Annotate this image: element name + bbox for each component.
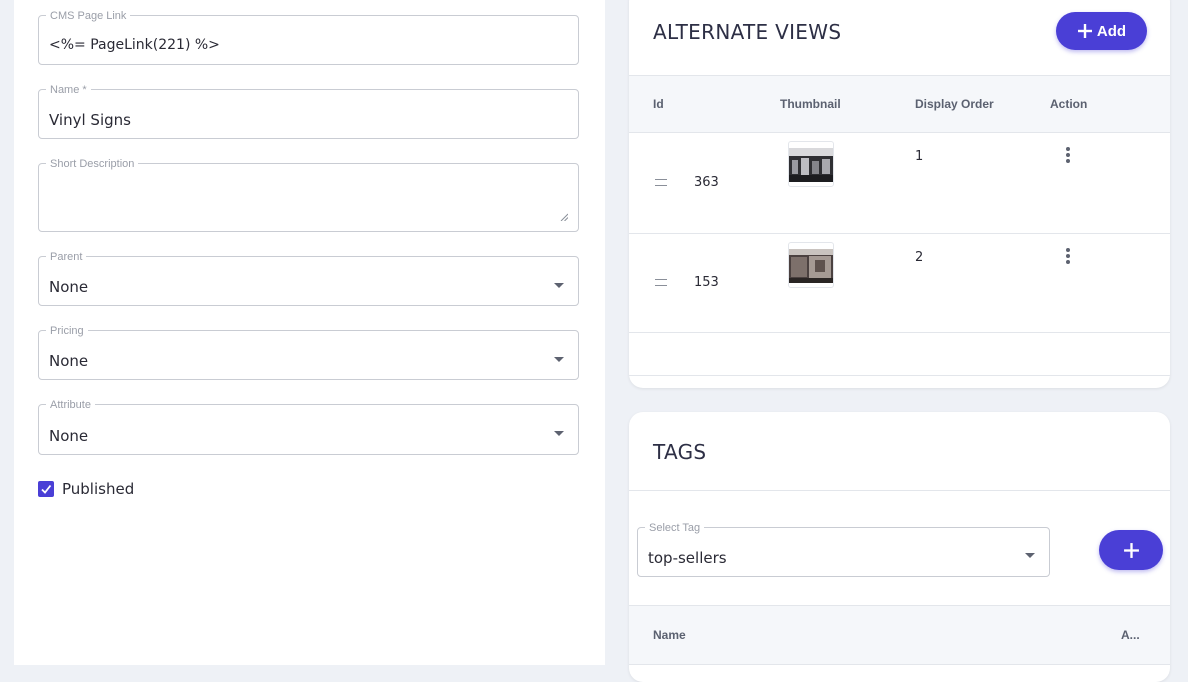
short-description-label: Short Description: [46, 158, 139, 170]
column-header-action[interactable]: A...: [1121, 628, 1140, 642]
drag-handle-icon[interactable]: [655, 279, 667, 286]
table-footer: [629, 333, 1170, 376]
column-header-id[interactable]: Id: [653, 97, 664, 111]
published-checkbox-row[interactable]: Published: [38, 480, 134, 498]
table-row[interactable]: 153 2: [629, 234, 1170, 333]
select-tag-value: top-sellers: [648, 549, 727, 567]
thumbnail-image[interactable]: [788, 242, 834, 288]
column-header-action[interactable]: Action: [1050, 97, 1087, 111]
thumbnail-image[interactable]: [788, 141, 834, 187]
cms-page-link-label: CMS Page Link: [46, 10, 131, 22]
alternate-views-card: ALTERNATE VIEWS Add Id Thumbnail Display…: [629, 0, 1170, 388]
cms-page-link-value: <%= PageLink(221) %>: [49, 37, 220, 53]
chevron-down-icon: [554, 431, 564, 436]
column-header-thumbnail[interactable]: Thumbnail: [780, 97, 841, 111]
attribute-select[interactable]: Attribute None: [38, 399, 579, 455]
row-display-order: 1: [915, 149, 924, 164]
attribute-value: None: [49, 427, 89, 445]
add-alternate-view-button[interactable]: Add: [1056, 12, 1147, 50]
tags-table-header: Name A...: [629, 605, 1170, 665]
drag-handle-icon[interactable]: [655, 179, 667, 186]
pricing-label: Pricing: [46, 325, 88, 337]
row-id: 363: [694, 175, 719, 190]
table-row[interactable]: 363 1: [629, 133, 1170, 234]
alternate-views-table-header: Id Thumbnail Display Order Action: [629, 75, 1170, 133]
more-vertical-icon[interactable]: [1066, 147, 1070, 165]
row-id: 153: [694, 275, 719, 290]
select-tag-dropdown[interactable]: Select Tag top-sellers: [637, 522, 1050, 577]
thumbnail-graphic: [789, 249, 833, 283]
pricing-select[interactable]: Pricing None: [38, 325, 579, 380]
parent-label: Parent: [46, 251, 87, 263]
resize-handle-icon[interactable]: [560, 213, 568, 221]
name-label: Name *: [46, 84, 91, 96]
parent-select[interactable]: Parent None: [38, 251, 579, 306]
alternate-views-title: ALTERNATE VIEWS: [653, 20, 842, 44]
more-vertical-icon[interactable]: [1066, 248, 1070, 266]
divider: [629, 490, 1170, 491]
published-label: Published: [62, 480, 135, 498]
chevron-down-icon: [554, 357, 564, 362]
short-description-field[interactable]: Short Description: [38, 158, 579, 232]
attribute-label: Attribute: [46, 399, 95, 411]
name-field[interactable]: Name * Vinyl Signs: [38, 84, 579, 139]
select-tag-label: Select Tag: [645, 522, 705, 534]
column-header-name[interactable]: Name: [653, 628, 686, 642]
product-form-panel: CMS Page Link <%= PageLink(221) %> Name …: [14, 0, 605, 665]
parent-value: None: [49, 278, 89, 296]
add-tag-button[interactable]: [1099, 530, 1163, 570]
chevron-down-icon: [1025, 553, 1035, 558]
tags-card: TAGS Select Tag top-sellers Name A...: [629, 412, 1170, 682]
tags-title: TAGS: [653, 440, 707, 464]
cms-page-link-field[interactable]: CMS Page Link <%= PageLink(221) %>: [38, 10, 579, 65]
check-icon: [41, 484, 52, 494]
plus-icon: [1123, 542, 1139, 558]
chevron-down-icon: [554, 283, 564, 288]
plus-icon: [1077, 24, 1092, 38]
published-checkbox[interactable]: [38, 481, 54, 497]
thumbnail-graphic: [789, 148, 833, 182]
add-button-label: Add: [1096, 22, 1127, 40]
column-header-display-order[interactable]: Display Order: [915, 97, 994, 111]
name-value: Vinyl Signs: [49, 111, 131, 129]
pricing-value: None: [49, 352, 89, 370]
row-display-order: 2: [915, 250, 924, 265]
